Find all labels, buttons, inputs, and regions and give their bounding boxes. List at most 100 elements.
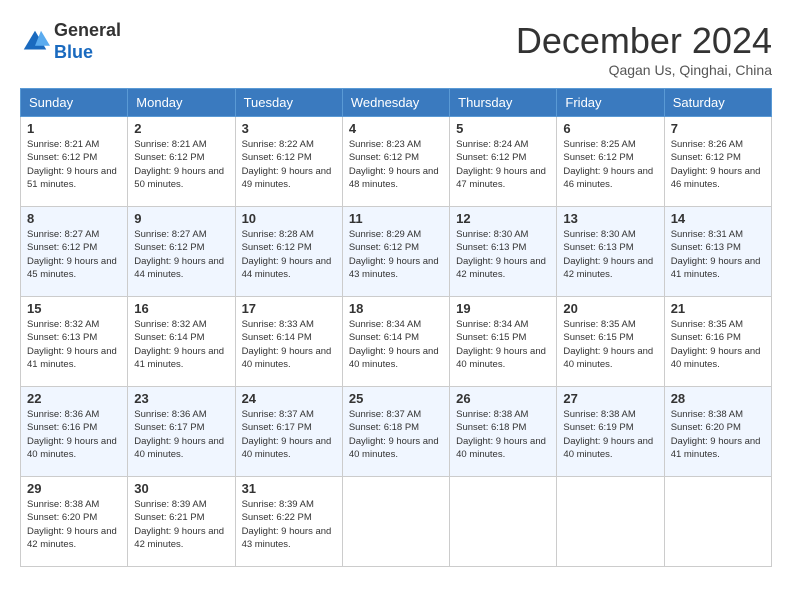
title-area: December 2024 Qagan Us, Qinghai, China [516, 20, 772, 78]
calendar-cell: 13 Sunrise: 8:30 AMSunset: 6:13 PMDayligh… [557, 207, 664, 297]
calendar-cell: 23 Sunrise: 8:36 AMSunset: 6:17 PMDayligh… [128, 387, 235, 477]
day-number: 12 [456, 211, 550, 226]
day-info: Sunrise: 8:37 AMSunset: 6:17 PMDaylight:… [242, 408, 336, 461]
calendar-cell: 14 Sunrise: 8:31 AMSunset: 6:13 PMDayligh… [664, 207, 771, 297]
day-number: 30 [134, 481, 228, 496]
day-number: 7 [671, 121, 765, 136]
day-info: Sunrise: 8:21 AMSunset: 6:12 PMDaylight:… [27, 138, 121, 191]
calendar-cell: 18Sunrise: 8:34 AMSunset: 6:14 PMDayligh… [342, 297, 449, 387]
day-info: Sunrise: 8:36 AMSunset: 6:17 PMDaylight:… [134, 408, 228, 461]
calendar-cell: 24 Sunrise: 8:37 AMSunset: 6:17 PMDayligh… [235, 387, 342, 477]
calendar-cell: 8Sunrise: 8:27 AMSunset: 6:12 PMDaylight… [21, 207, 128, 297]
day-info: Sunrise: 8:33 AMSunset: 6:14 PMDaylight:… [242, 318, 336, 371]
day-number: 14 [671, 211, 765, 226]
calendar-header-row: SundayMondayTuesdayWednesdayThursdayFrid… [21, 89, 772, 117]
calendar-cell: 9 Sunrise: 8:27 AMSunset: 6:12 PMDaylight… [128, 207, 235, 297]
calendar-cell: 6 Sunrise: 8:25 AMSunset: 6:12 PMDaylight… [557, 117, 664, 207]
day-number: 27 [563, 391, 657, 406]
day-number: 31 [242, 481, 336, 496]
day-info: Sunrise: 8:38 AMSunset: 6:20 PMDaylight:… [27, 498, 121, 551]
day-info: Sunrise: 8:35 AMSunset: 6:15 PMDaylight:… [563, 318, 657, 371]
calendar-cell [557, 477, 664, 567]
day-number: 18 [349, 301, 443, 316]
day-number: 16 [134, 301, 228, 316]
calendar-week-row: 1 Sunrise: 8:21 AMSunset: 6:12 PMDaylight… [21, 117, 772, 207]
day-number: 4 [349, 121, 443, 136]
day-number: 9 [134, 211, 228, 226]
logo-general: General [54, 20, 121, 42]
calendar-cell: 26 Sunrise: 8:38 AMSunset: 6:18 PMDayligh… [450, 387, 557, 477]
day-info: Sunrise: 8:39 AMSunset: 6:21 PMDaylight:… [134, 498, 228, 551]
day-info: Sunrise: 8:31 AMSunset: 6:13 PMDaylight:… [671, 228, 765, 281]
day-info: Sunrise: 8:24 AMSunset: 6:12 PMDaylight:… [456, 138, 550, 191]
calendar-cell: 4 Sunrise: 8:23 AMSunset: 6:12 PMDaylight… [342, 117, 449, 207]
calendar-cell: 20Sunrise: 8:35 AMSunset: 6:15 PMDayligh… [557, 297, 664, 387]
calendar-cell: 25 Sunrise: 8:37 AMSunset: 6:18 PMDayligh… [342, 387, 449, 477]
day-info: Sunrise: 8:25 AMSunset: 6:12 PMDaylight:… [563, 138, 657, 191]
day-info: Sunrise: 8:21 AMSunset: 6:12 PMDaylight:… [134, 138, 228, 191]
day-number: 13 [563, 211, 657, 226]
day-info: Sunrise: 8:38 AMSunset: 6:19 PMDaylight:… [563, 408, 657, 461]
calendar-cell: 16Sunrise: 8:32 AMSunset: 6:14 PMDayligh… [128, 297, 235, 387]
day-number: 17 [242, 301, 336, 316]
calendar-week-row: 15 Sunrise: 8:32 AMSunset: 6:13 PMDayligh… [21, 297, 772, 387]
day-info: Sunrise: 8:34 AMSunset: 6:15 PMDaylight:… [456, 318, 550, 371]
day-number: 25 [349, 391, 443, 406]
day-info: Sunrise: 8:22 AMSunset: 6:12 PMDaylight:… [242, 138, 336, 191]
calendar-cell: 30 Sunrise: 8:39 AMSunset: 6:21 PMDayligh… [128, 477, 235, 567]
month-title: December 2024 [516, 20, 772, 62]
calendar-cell: 15 Sunrise: 8:32 AMSunset: 6:13 PMDayligh… [21, 297, 128, 387]
day-number: 6 [563, 121, 657, 136]
day-info: Sunrise: 8:38 AMSunset: 6:18 PMDaylight:… [456, 408, 550, 461]
calendar-cell: 17 Sunrise: 8:33 AMSunset: 6:14 PMDayligh… [235, 297, 342, 387]
logo-icon [20, 27, 50, 57]
calendar-cell [450, 477, 557, 567]
calendar-cell: 5Sunrise: 8:24 AMSunset: 6:12 PMDaylight… [450, 117, 557, 207]
day-info: Sunrise: 8:26 AMSunset: 6:12 PMDaylight:… [671, 138, 765, 191]
weekday-header: Wednesday [342, 89, 449, 117]
day-info: Sunrise: 8:37 AMSunset: 6:18 PMDaylight:… [349, 408, 443, 461]
day-number: 10 [242, 211, 336, 226]
calendar-cell: 22Sunrise: 8:36 AMSunset: 6:16 PMDayligh… [21, 387, 128, 477]
calendar-week-row: 8Sunrise: 8:27 AMSunset: 6:12 PMDaylight… [21, 207, 772, 297]
logo: General Blue [20, 20, 121, 63]
weekday-header: Tuesday [235, 89, 342, 117]
page-header: General Blue December 2024 Qagan Us, Qin… [20, 20, 772, 78]
day-number: 15 [27, 301, 121, 316]
day-number: 19 [456, 301, 550, 316]
calendar-cell: 27 Sunrise: 8:38 AMSunset: 6:19 PMDayligh… [557, 387, 664, 477]
calendar-cell: 2 Sunrise: 8:21 AMSunset: 6:12 PMDaylight… [128, 117, 235, 207]
calendar-cell: 11Sunrise: 8:29 AMSunset: 6:12 PMDayligh… [342, 207, 449, 297]
day-number: 3 [242, 121, 336, 136]
day-number: 21 [671, 301, 765, 316]
calendar-cell: 19 Sunrise: 8:34 AMSunset: 6:15 PMDayligh… [450, 297, 557, 387]
day-number: 29 [27, 481, 121, 496]
weekday-header: Friday [557, 89, 664, 117]
location-subtitle: Qagan Us, Qinghai, China [516, 62, 772, 78]
calendar-week-row: 22Sunrise: 8:36 AMSunset: 6:16 PMDayligh… [21, 387, 772, 477]
weekday-header: Thursday [450, 89, 557, 117]
day-number: 23 [134, 391, 228, 406]
day-info: Sunrise: 8:23 AMSunset: 6:12 PMDaylight:… [349, 138, 443, 191]
calendar-cell: 28Sunrise: 8:38 AMSunset: 6:20 PMDayligh… [664, 387, 771, 477]
day-number: 11 [349, 211, 443, 226]
day-info: Sunrise: 8:30 AMSunset: 6:13 PMDaylight:… [456, 228, 550, 281]
day-info: Sunrise: 8:30 AMSunset: 6:13 PMDaylight:… [563, 228, 657, 281]
day-number: 22 [27, 391, 121, 406]
day-number: 26 [456, 391, 550, 406]
day-number: 2 [134, 121, 228, 136]
calendar-cell [342, 477, 449, 567]
weekday-header: Saturday [664, 89, 771, 117]
weekday-header: Monday [128, 89, 235, 117]
day-info: Sunrise: 8:27 AMSunset: 6:12 PMDaylight:… [134, 228, 228, 281]
calendar-cell: 10 Sunrise: 8:28 AMSunset: 6:12 PMDayligh… [235, 207, 342, 297]
calendar-cell: 1 Sunrise: 8:21 AMSunset: 6:12 PMDaylight… [21, 117, 128, 207]
day-number: 1 [27, 121, 121, 136]
calendar-cell [664, 477, 771, 567]
day-info: Sunrise: 8:32 AMSunset: 6:13 PMDaylight:… [27, 318, 121, 371]
calendar-cell: 21Sunrise: 8:35 AMSunset: 6:16 PMDayligh… [664, 297, 771, 387]
calendar-cell: 7 Sunrise: 8:26 AMSunset: 6:12 PMDaylight… [664, 117, 771, 207]
day-number: 24 [242, 391, 336, 406]
calendar-cell: 31Sunrise: 8:39 AMSunset: 6:22 PMDayligh… [235, 477, 342, 567]
day-info: Sunrise: 8:28 AMSunset: 6:12 PMDaylight:… [242, 228, 336, 281]
